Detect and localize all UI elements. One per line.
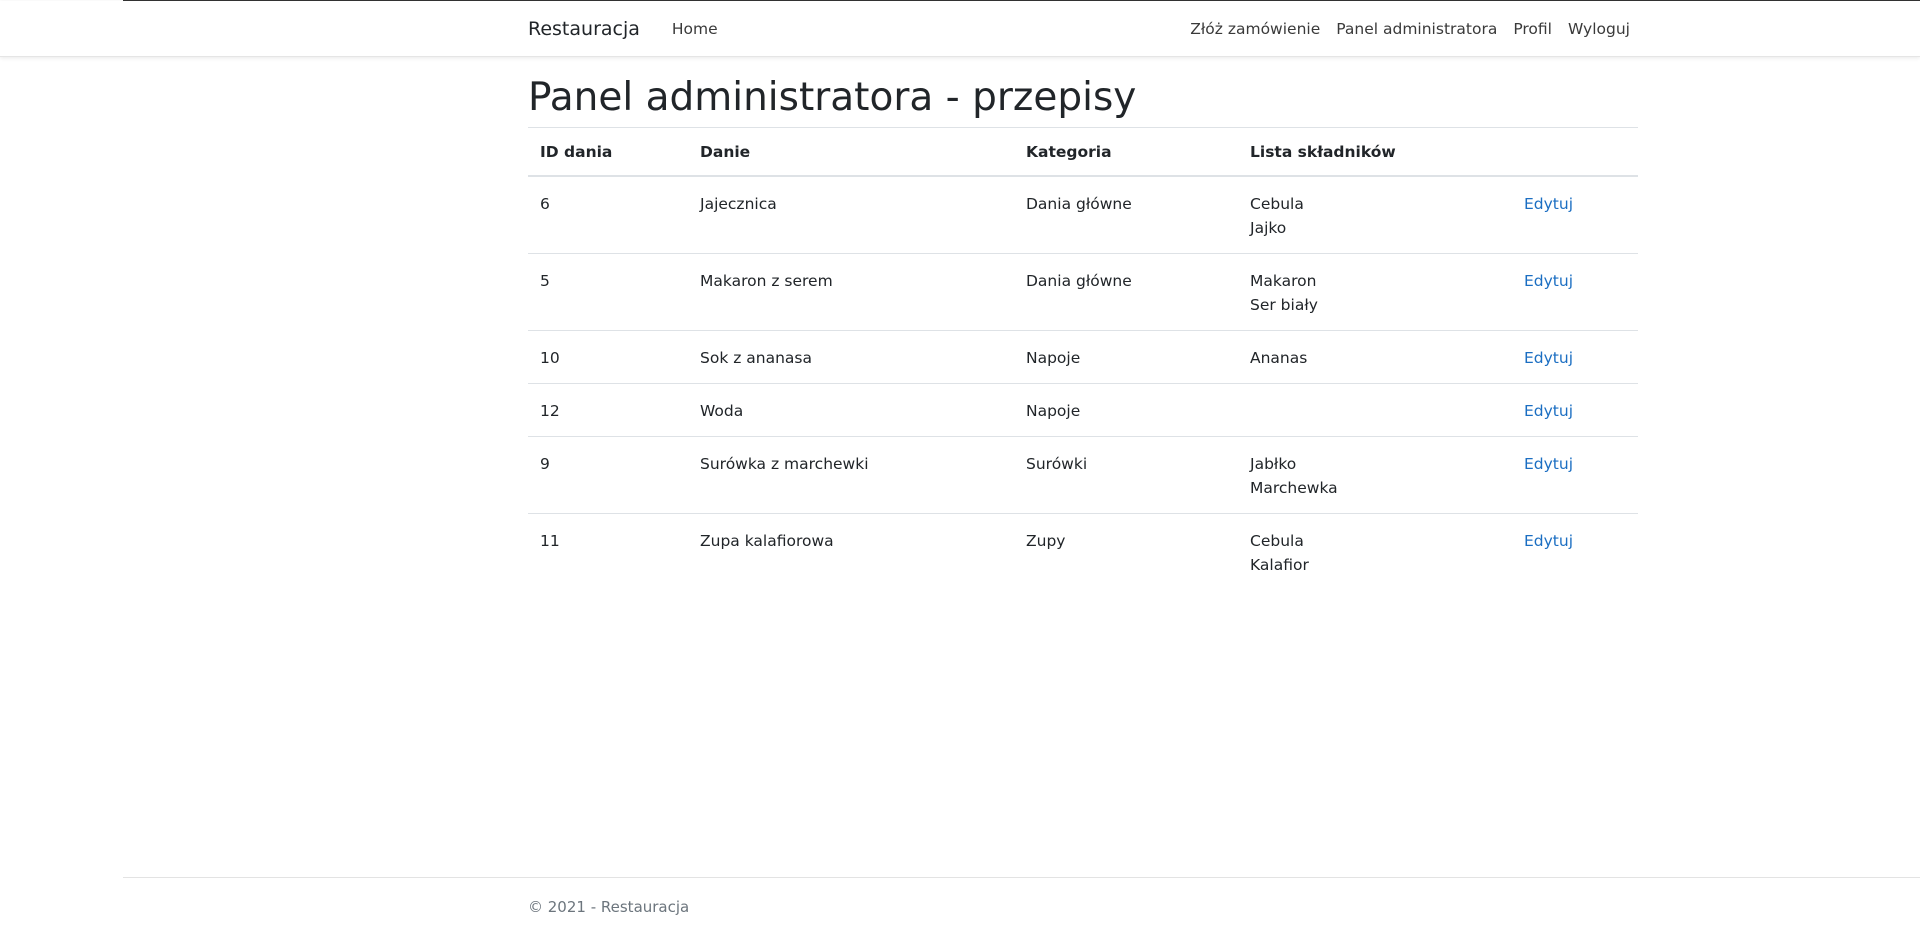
header-category: Kategoria xyxy=(1014,126,1238,177)
cell-dish: Zupa kalafiorowa xyxy=(688,512,1014,590)
table-header-row: ID dania Danie Kategoria Lista składnikó… xyxy=(528,126,1638,177)
edit-link[interactable]: Edytuj xyxy=(1524,349,1573,367)
nav-link-admin-panel[interactable]: Panel administratora xyxy=(1328,20,1505,38)
edit-link[interactable]: Edytuj xyxy=(1524,455,1573,473)
ingredient-item: Cebula xyxy=(1250,194,1304,213)
main-content: Panel administratora - przepisy ID dania… xyxy=(528,56,1638,590)
ingredient-item: Jabłko xyxy=(1250,454,1297,473)
cell-category: Napoje xyxy=(1014,382,1238,437)
table-body: 6 Jajecznica Dania główne Cebula Jajko E… xyxy=(528,176,1638,590)
ingredient-item: Kalafior xyxy=(1250,555,1309,574)
cell-ingredients: Ananas xyxy=(1238,329,1512,384)
cell-ingredients: Cebula Jajko xyxy=(1238,176,1512,254)
cell-dish: Makaron z serem xyxy=(688,252,1014,331)
ingredient-item: Ananas xyxy=(1250,348,1308,367)
cell-ingredients: Makaron Ser biały xyxy=(1238,252,1512,331)
cell-category: Dania główne xyxy=(1026,194,1132,213)
table-row: 9 Surówka z marchewki Surówki Jabłko Mar… xyxy=(528,435,1638,514)
cell-dish-id: 5 xyxy=(528,252,688,331)
navbar-left: Restauracja Home xyxy=(528,18,726,40)
footer-copyright: © 2021 - Restauracja xyxy=(528,898,690,916)
cell-dish-id: 9 xyxy=(528,435,688,514)
header-ingredients: Lista składników xyxy=(1238,126,1512,177)
page: Restauracja Home Złóż zamówienie Panel a… xyxy=(0,0,1920,936)
table-row: 5 Makaron z serem Dania główne Makaron S… xyxy=(528,252,1638,331)
edit-link[interactable]: Edytuj xyxy=(1524,272,1573,290)
cell-dish: Jajecznica xyxy=(700,194,777,213)
cell-ingredients: Jabłko Marchewka xyxy=(1238,435,1512,514)
ingredient-item: Makaron xyxy=(1250,271,1317,290)
navbar: Restauracja Home Złóż zamówienie Panel a… xyxy=(0,1,1920,57)
cell-actions: Edytuj xyxy=(1512,329,1638,384)
cell-category: Surówki xyxy=(1014,435,1238,514)
cell-dish-id: 11 xyxy=(528,512,688,590)
table-row: 10 Sok z ananasa Napoje Ananas Edytuj xyxy=(528,329,1638,384)
cell-dish-id: 12 xyxy=(528,382,688,437)
nav-link-profile[interactable]: Profil xyxy=(1505,20,1560,38)
cell-dish: Sok z ananasa xyxy=(688,329,1014,384)
page-title: Panel administratora - przepisy xyxy=(528,75,1137,120)
navbar-right: Złóż zamówienie Panel administratora Pro… xyxy=(1182,20,1638,38)
cell-actions: Edytuj xyxy=(1512,435,1638,514)
ingredient-item: Cebula xyxy=(1250,531,1304,550)
navbar-inner: Restauracja Home Złóż zamówienie Panel a… xyxy=(528,1,1638,56)
cell-actions: Edytuj xyxy=(1512,252,1638,331)
header-actions xyxy=(1512,126,1638,177)
ingredient-item: Jajko xyxy=(1250,218,1287,237)
cell-actions: Edytuj xyxy=(1512,512,1638,590)
header-dish-id: ID dania xyxy=(528,126,688,177)
cell-actions: Edytuj xyxy=(1512,176,1638,254)
header-dish: Danie xyxy=(688,126,1014,177)
cell-dish-id: 10 xyxy=(528,329,688,384)
table-row: 11 Zupa kalafiorowa Zupy Cebula Kalafior… xyxy=(528,512,1638,590)
ingredient-item: Ser biały xyxy=(1250,295,1318,314)
cell-category: Napoje xyxy=(1014,329,1238,384)
cell-category: Zupy xyxy=(1014,512,1238,590)
cell-dish-id: 6 xyxy=(540,194,550,213)
cell-dish: Woda xyxy=(688,382,1014,437)
cell-actions: Edytuj xyxy=(1512,382,1638,437)
footer: © 2021 - Restauracja xyxy=(123,877,1920,936)
recipes-table: ID dania Danie Kategoria Lista składnikó… xyxy=(528,126,1638,590)
table-row: 6 Jajecznica Dania główne Cebula Jajko E… xyxy=(528,176,1638,254)
cell-dish: Surówka z marchewki xyxy=(688,435,1014,514)
nav-link-place-order[interactable]: Złóż zamówienie xyxy=(1182,20,1328,38)
table-row: 12 Woda Napoje Edytuj xyxy=(528,382,1638,437)
cell-ingredients xyxy=(1238,382,1512,437)
nav-link-home[interactable]: Home xyxy=(664,20,726,38)
edit-link[interactable]: Edytuj xyxy=(1524,402,1573,420)
edit-link[interactable]: Edytuj xyxy=(1524,532,1573,550)
table-header: ID dania Danie Kategoria Lista składnikó… xyxy=(528,126,1638,177)
edit-link[interactable]: Edytuj xyxy=(1524,195,1573,213)
cell-category: Dania główne xyxy=(1014,252,1238,331)
nav-link-logout[interactable]: Wyloguj xyxy=(1560,20,1638,38)
ingredient-item: Marchewka xyxy=(1250,478,1338,497)
cell-ingredients: Cebula Kalafior xyxy=(1238,512,1512,590)
brand-link[interactable]: Restauracja xyxy=(528,18,640,40)
